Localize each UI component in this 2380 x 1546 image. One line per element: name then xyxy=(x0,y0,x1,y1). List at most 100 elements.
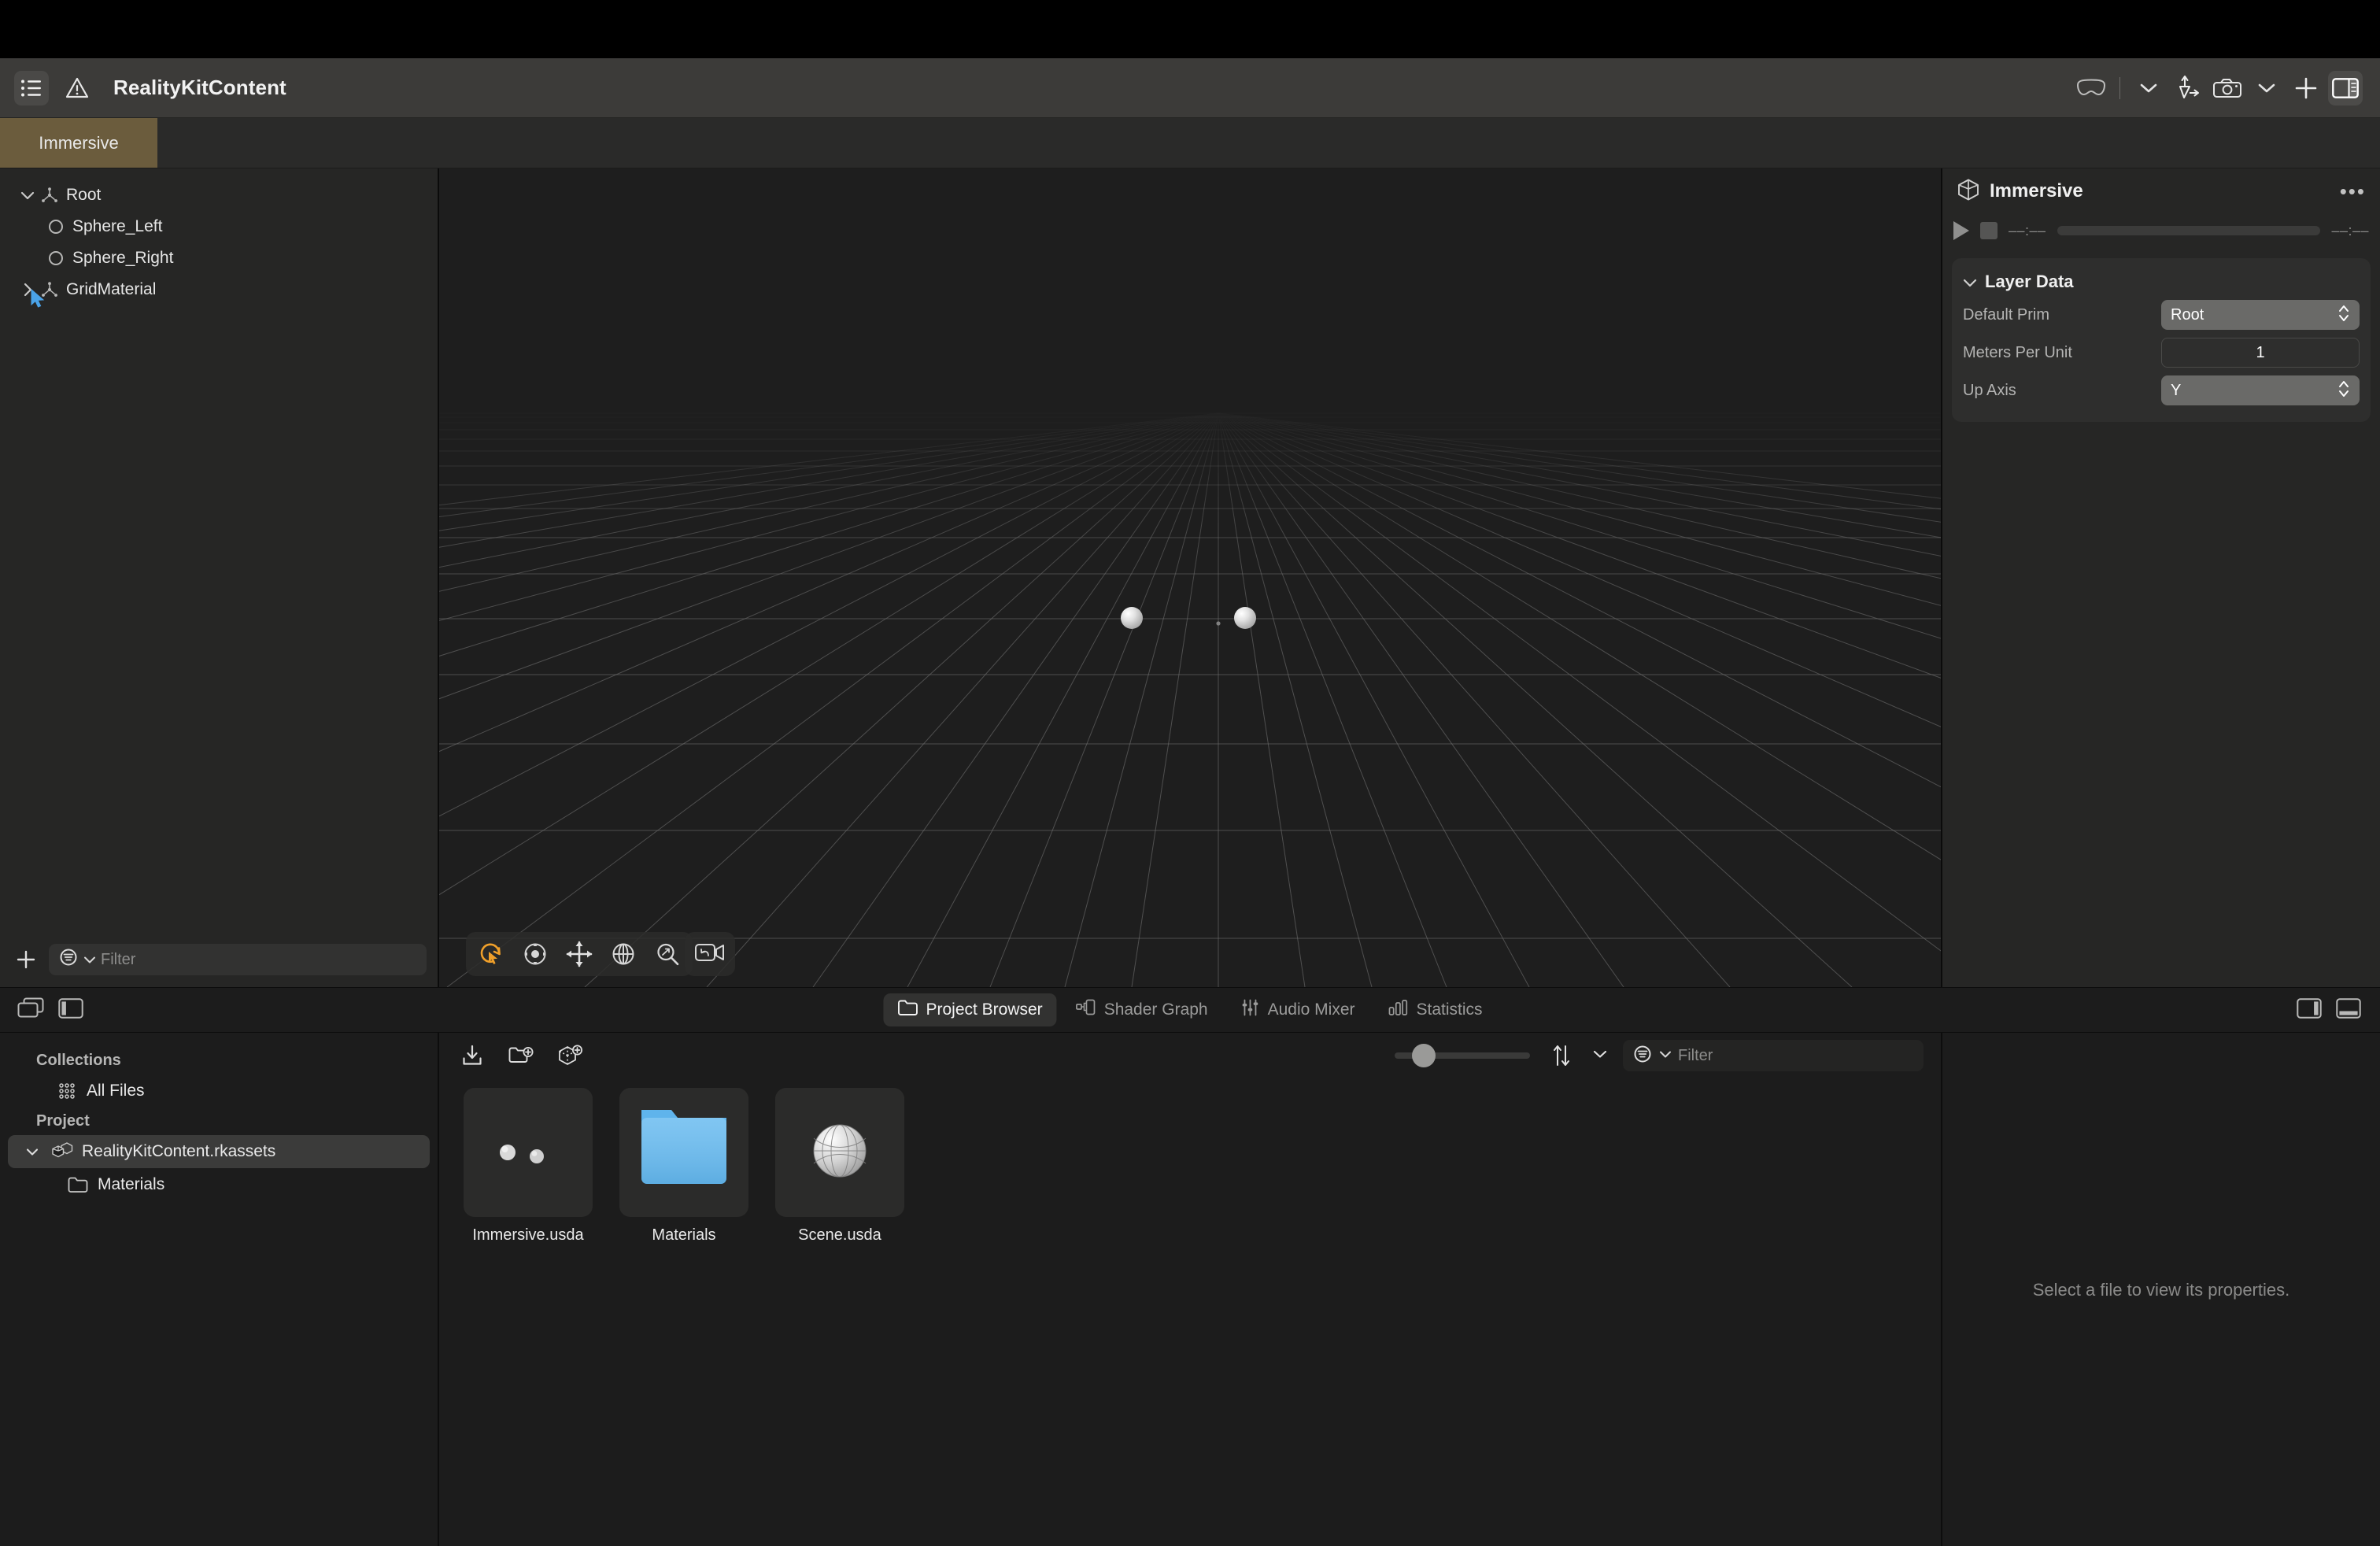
playback-current-time: ––:–– xyxy=(2009,222,2046,239)
warning-triangle-icon[interactable] xyxy=(60,71,94,105)
viewport-grid xyxy=(439,168,1941,987)
thumbnail-size-slider[interactable] xyxy=(1395,1041,1530,1070)
rotate-tool-icon[interactable] xyxy=(606,937,641,971)
right-sidebar-icon[interactable] xyxy=(2297,997,2322,1023)
move-tool-icon[interactable] xyxy=(562,937,597,971)
outliner-filter-input[interactable]: Filter xyxy=(49,944,427,975)
collection-label: RealityKitContent.rkassets xyxy=(82,1142,276,1160)
property-value: Root xyxy=(2171,305,2204,324)
panels-icon[interactable] xyxy=(17,997,44,1023)
collection-item-rkassets[interactable]: RealityKitContent.rkassets xyxy=(8,1135,430,1168)
collection-item-all-files[interactable]: All Files xyxy=(8,1074,430,1108)
viewport-sphere-left[interactable] xyxy=(1121,607,1143,629)
property-value: 1 xyxy=(2256,343,2265,361)
import-download-icon[interactable] xyxy=(456,1040,488,1071)
add-entity-button[interactable] xyxy=(11,945,41,975)
3d-viewport[interactable] xyxy=(438,168,1942,987)
outliner-row-gridmaterial[interactable]: GridMaterial xyxy=(0,274,438,308)
browser-filter-input[interactable]: Filter xyxy=(1623,1040,1924,1071)
inspector-overflow-menu[interactable]: ••• xyxy=(2340,179,2366,204)
property-row-default-prim: Default Prim Root xyxy=(1963,296,2360,334)
chevron-down-icon[interactable] xyxy=(1963,272,1977,292)
transform-gizmo-icon[interactable] xyxy=(2171,71,2205,105)
file-thumbnail[interactable] xyxy=(619,1088,748,1217)
tab-label: Immersive xyxy=(39,132,119,153)
property-label: Default Prim xyxy=(1963,305,2050,324)
file-thumbnail[interactable] xyxy=(464,1088,593,1217)
bottom-panel-icon[interactable] xyxy=(2336,997,2361,1023)
chevron-down-icon[interactable] xyxy=(2131,71,2166,105)
filter-lines-icon[interactable] xyxy=(58,947,79,972)
inspector-toggle-icon[interactable] xyxy=(2328,70,2363,105)
plus-icon[interactable] xyxy=(2289,71,2323,105)
sliders-icon xyxy=(1241,999,1260,1021)
default-prim-popup[interactable]: Root xyxy=(2161,300,2360,330)
stop-icon[interactable] xyxy=(1980,222,1998,239)
chevron-down-icon[interactable] xyxy=(17,190,38,200)
file-thumbnail[interactable] xyxy=(775,1088,904,1217)
chevron-down-icon[interactable] xyxy=(1593,1049,1607,1063)
up-axis-popup[interactable]: Y xyxy=(2161,375,2360,405)
collection-label: Materials xyxy=(98,1175,165,1193)
tab-statistics[interactable]: Statistics xyxy=(1374,993,1497,1026)
left-sidebar-icon[interactable] xyxy=(58,997,83,1023)
project-browser: Filter Immersive.usda Materials Scene.us… xyxy=(438,1033,1942,1546)
all-files-grid-icon xyxy=(54,1081,80,1101)
outliner-label: Root xyxy=(66,186,102,204)
tab-project-browser[interactable]: Project Browser xyxy=(883,993,1057,1026)
collection-item-materials[interactable]: Materials xyxy=(8,1168,430,1201)
section-header[interactable]: Layer Data xyxy=(1963,268,2360,296)
inspector-panel: Immersive ••• ––:–– ––:–– Layer Data Def… xyxy=(1942,168,2380,987)
new-folder-icon[interactable] xyxy=(505,1040,537,1071)
stepper-chevrons-icon[interactable] xyxy=(2338,379,2350,401)
headset-preview-icon[interactable] xyxy=(2074,71,2108,105)
meters-per-unit-input[interactable]: 1 xyxy=(2161,338,2360,368)
bottom-panel-tab-bar: Project Browser Shader Graph Audio Mixer… xyxy=(0,987,2380,1033)
chevron-down-icon[interactable] xyxy=(83,951,96,969)
reset-camera-button[interactable] xyxy=(685,932,735,976)
hierarchy-icon xyxy=(38,281,61,298)
file-label: Scene.usda xyxy=(798,1226,881,1244)
property-label: Up Axis xyxy=(1963,381,2016,399)
viewport-sphere-right[interactable] xyxy=(1234,607,1256,629)
outliner-label: Sphere_Right xyxy=(72,249,174,267)
outliner-filter-bar: Filter xyxy=(0,938,438,987)
filter-lines-icon[interactable] xyxy=(1632,1044,1653,1068)
slider-knob[interactable] xyxy=(1412,1044,1436,1067)
scene-outliner: Root Sphere_Left Sphere_Right GridMateri… xyxy=(0,168,438,987)
stepper-chevrons-icon[interactable] xyxy=(2338,303,2350,326)
orbit-tool-icon[interactable] xyxy=(518,937,552,971)
main-toolbar: RealityKitContent xyxy=(0,58,2380,118)
outliner-row-root[interactable]: Root xyxy=(0,179,438,211)
sort-arrows-icon[interactable] xyxy=(1546,1040,1577,1071)
tab-immersive[interactable]: Immersive xyxy=(0,118,157,168)
file-item-scene-usda[interactable]: Scene.usda xyxy=(765,1088,915,1246)
outliner-tree: Root Sphere_Left Sphere_Right GridMateri… xyxy=(0,168,438,938)
bar-chart-icon xyxy=(1388,999,1409,1021)
file-item-materials[interactable]: Materials xyxy=(609,1088,759,1246)
outliner-row-sphere-right[interactable]: Sphere_Right xyxy=(0,242,438,274)
zoom-tool-icon[interactable] xyxy=(650,937,685,971)
page-title: RealityKitContent xyxy=(113,76,286,99)
new-3d-asset-icon[interactable] xyxy=(554,1040,586,1071)
camera-icon[interactable] xyxy=(2210,71,2245,105)
playback-scrubber[interactable] xyxy=(2057,226,2321,235)
tab-label: Shader Graph xyxy=(1103,1000,1208,1019)
collections-group-header: Project xyxy=(36,1112,90,1130)
chevron-right-icon[interactable] xyxy=(17,283,38,297)
outliner-row-sphere-left[interactable]: Sphere_Left xyxy=(0,211,438,242)
inspector-title: Immersive xyxy=(1990,180,2083,202)
list-sidebar-icon[interactable] xyxy=(14,70,49,105)
select-tool-icon[interactable] xyxy=(474,937,508,971)
tab-audio-mixer[interactable]: Audio Mixer xyxy=(1227,993,1369,1026)
file-grid: Immersive.usda Materials Scene.usda xyxy=(439,1078,1941,1256)
camera-undo-icon xyxy=(694,941,726,968)
playback-total-time: ––:–– xyxy=(2331,222,2369,239)
file-item-immersive-usda[interactable]: Immersive.usda xyxy=(453,1088,603,1246)
tab-shader-graph[interactable]: Shader Graph xyxy=(1062,993,1222,1026)
chevron-down-icon[interactable] xyxy=(1659,1049,1672,1063)
bottom-content-row: Collections All Files Project RealityKit… xyxy=(0,1033,2380,1546)
play-icon[interactable] xyxy=(1953,221,1969,240)
chevron-down-icon[interactable] xyxy=(22,1148,42,1156)
chevron-down-icon[interactable] xyxy=(2249,71,2284,105)
